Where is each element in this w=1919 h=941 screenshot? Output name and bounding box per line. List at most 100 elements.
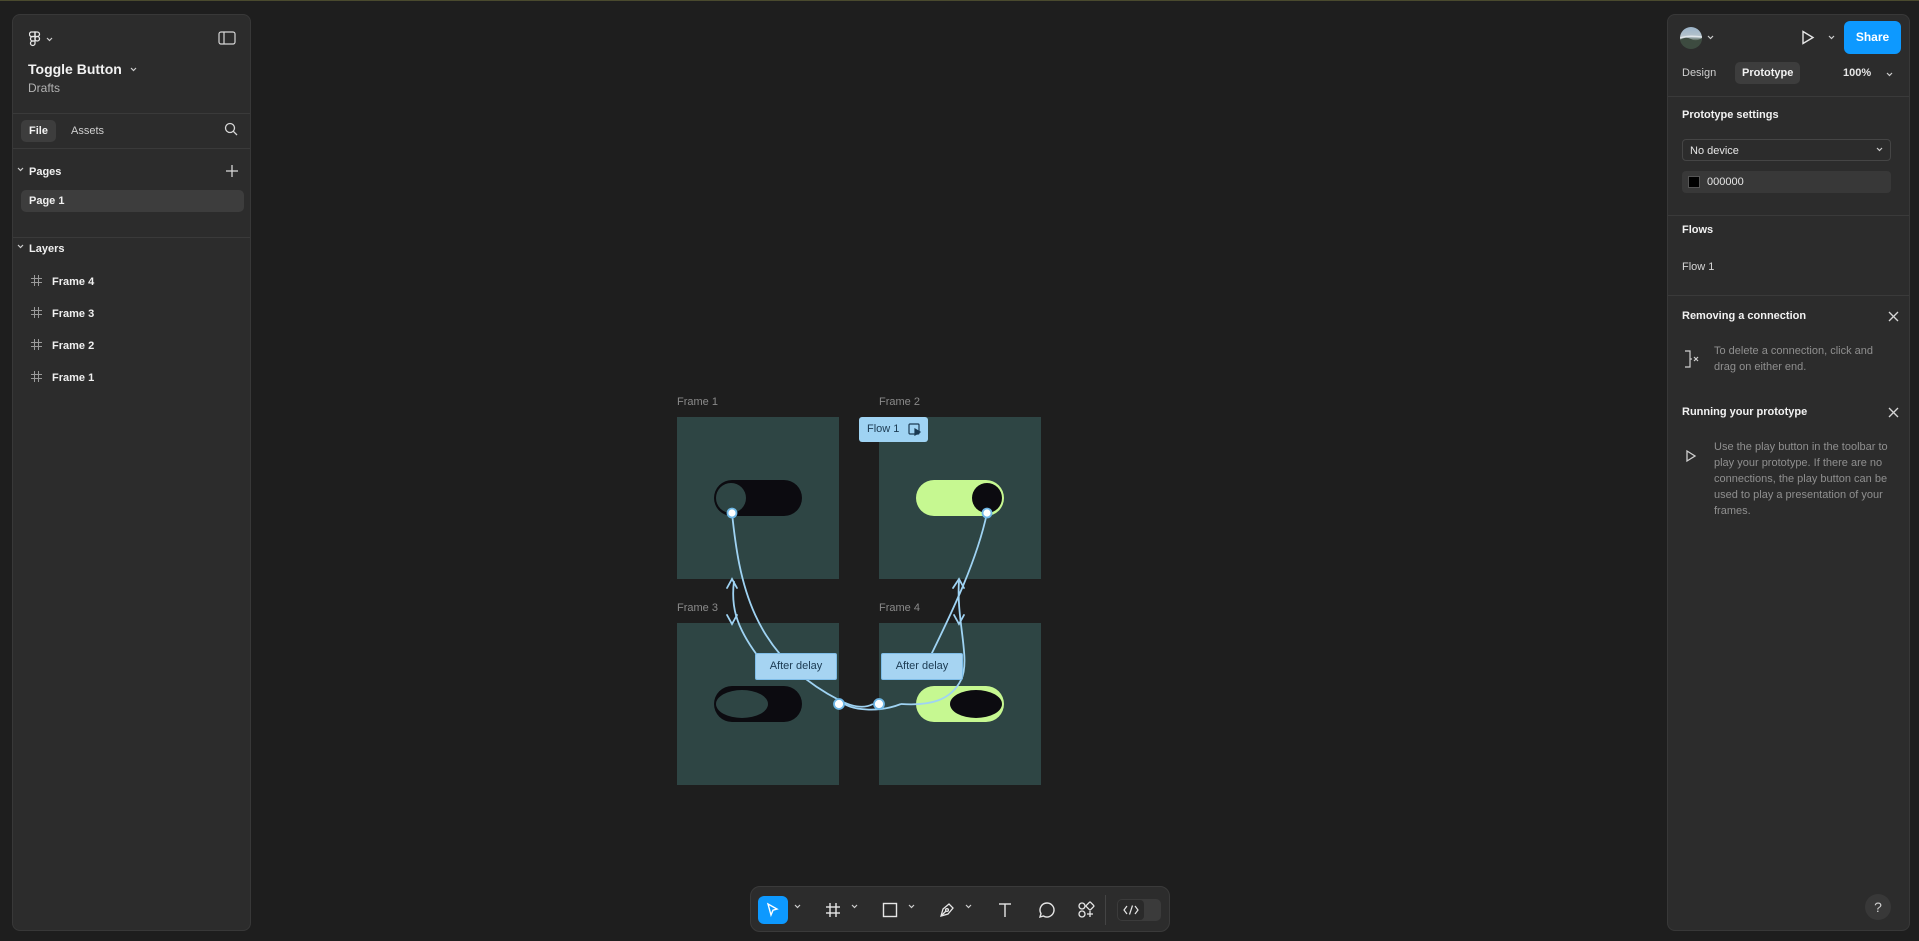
close-icon: [1888, 407, 1899, 418]
chevron-down-icon: [17, 244, 24, 249]
frame-label-4[interactable]: Frame 4: [879, 602, 920, 614]
chevron-down-icon: [130, 67, 137, 71]
close-icon: [1888, 311, 1899, 322]
text-tool-button[interactable]: [991, 896, 1019, 924]
chevron-down-icon[interactable]: [908, 904, 915, 909]
chevron-down-icon[interactable]: [1886, 72, 1893, 77]
divider: [1668, 295, 1909, 296]
color-swatch[interactable]: [1688, 176, 1700, 188]
flow-list-item[interactable]: Flow 1: [1682, 261, 1714, 273]
share-button[interactable]: Share: [1844, 21, 1901, 54]
layer-label: Frame 3: [52, 308, 95, 320]
device-select-value: No device: [1690, 145, 1739, 157]
canvas[interactable]: Frame 1 Frame 2 Frame 3 Frame 4 Flow 1 A…: [251, 0, 1667, 941]
toggle-track-on: [916, 480, 1004, 516]
avatar[interactable]: [1680, 27, 1702, 49]
chevron-down-icon[interactable]: [794, 904, 801, 909]
frame-label-2[interactable]: Frame 2: [879, 396, 920, 408]
plus-icon: [226, 165, 238, 177]
chevron-down-icon[interactable]: [965, 904, 972, 909]
arrowhead: [726, 577, 738, 589]
remove-connection-icon: [1685, 350, 1699, 368]
tip-title-removing: Removing a connection: [1682, 310, 1807, 322]
close-tip-button[interactable]: [1888, 309, 1899, 327]
chevron-down-icon: [17, 167, 24, 172]
frame-label-3[interactable]: Frame 3: [677, 602, 718, 614]
play-icon: [1802, 30, 1815, 45]
frame-tool-button[interactable]: [819, 896, 847, 924]
layer-item[interactable]: Frame 2: [13, 332, 250, 360]
search-layers-button[interactable]: [224, 122, 238, 141]
file-title-text: Toggle Button: [28, 61, 122, 77]
frame-4[interactable]: [879, 623, 1041, 785]
main-menu-button[interactable]: [29, 31, 53, 47]
close-tip-button[interactable]: [1888, 405, 1899, 423]
frame-hash-icon: [31, 275, 42, 286]
tab-design[interactable]: Design: [1675, 62, 1723, 84]
pages-header-label: Pages: [29, 166, 62, 178]
bottom-toolbar: [750, 886, 1170, 932]
play-frame-icon: [908, 423, 922, 436]
cursor-icon: [766, 902, 779, 918]
sidebar-toggle-button[interactable]: [218, 31, 236, 50]
file-title[interactable]: Toggle Button: [28, 61, 137, 77]
layer-label: Frame 2: [52, 340, 95, 352]
interaction-trigger-tag[interactable]: After delay: [881, 653, 963, 680]
divider: [1668, 96, 1909, 97]
file-location[interactable]: Drafts: [28, 81, 60, 95]
code-icon: [1123, 905, 1139, 915]
toggle-track-off: [714, 686, 802, 722]
frame-hash-icon: [31, 371, 42, 382]
chevron-down-icon[interactable]: [1828, 35, 1835, 40]
background-hex-value: 000000: [1707, 176, 1744, 188]
divider: [1668, 215, 1909, 216]
layer-label: Frame 4: [52, 276, 95, 288]
frame-icon: [826, 903, 840, 917]
left-panel-tabs: File Assets: [13, 113, 250, 149]
layer-item[interactable]: Frame 1: [13, 364, 250, 392]
frame-label-1[interactable]: Frame 1: [677, 396, 718, 408]
frame-3[interactable]: [677, 623, 839, 785]
background-color-field[interactable]: 000000: [1682, 171, 1891, 193]
comment-tool-button[interactable]: [1033, 896, 1061, 924]
flow-start-tag[interactable]: Flow 1: [859, 417, 928, 442]
file-header: Toggle Button Drafts File Assets: [13, 15, 250, 149]
interaction-trigger-tag[interactable]: After delay: [755, 653, 837, 680]
toggle-track-on: [916, 686, 1004, 722]
zoom-level[interactable]: 100%: [1843, 67, 1871, 79]
play-icon: [1686, 449, 1697, 463]
dev-mode-toggle[interactable]: [1117, 899, 1161, 921]
left-sidebar: Toggle Button Drafts File Assets Pages P…: [12, 14, 251, 931]
search-icon: [224, 122, 238, 136]
toggle-knob: [716, 483, 746, 513]
flows-header: Flows: [1682, 224, 1714, 236]
page-item[interactable]: Page 1: [21, 190, 244, 212]
layers-section-header[interactable]: Layers: [13, 239, 250, 261]
chevron-down-icon[interactable]: [1707, 35, 1714, 40]
sidebar-icon: [218, 31, 236, 45]
frame-1[interactable]: [677, 417, 839, 579]
tab-assets[interactable]: Assets: [63, 120, 112, 142]
pen-icon: [940, 903, 954, 917]
pen-tool-button[interactable]: [933, 896, 961, 924]
rectangle-tool-button[interactable]: [876, 896, 904, 924]
chevron-down-icon: [46, 37, 53, 41]
actions-tool-button[interactable]: [1072, 896, 1100, 924]
present-button[interactable]: [1801, 30, 1815, 50]
move-tool-button[interactable]: [758, 896, 788, 924]
tab-file[interactable]: File: [21, 120, 56, 142]
tab-prototype[interactable]: Prototype: [1735, 62, 1801, 84]
toolbar-divider: [1105, 895, 1106, 925]
toggle-knob-stretched: [716, 690, 768, 718]
pages-section-header[interactable]: Pages: [13, 162, 250, 184]
chevron-down-icon[interactable]: [851, 904, 858, 909]
comment-icon: [1038, 902, 1055, 919]
toggle-knob: [972, 483, 1002, 513]
toggle-track-off: [714, 480, 802, 516]
arrowhead: [952, 577, 965, 589]
layer-item[interactable]: Frame 4: [13, 268, 250, 296]
add-page-button[interactable]: [226, 165, 238, 180]
device-select[interactable]: No device: [1682, 139, 1891, 161]
help-button[interactable]: ?: [1865, 894, 1891, 920]
layer-item[interactable]: Frame 3: [13, 300, 250, 328]
